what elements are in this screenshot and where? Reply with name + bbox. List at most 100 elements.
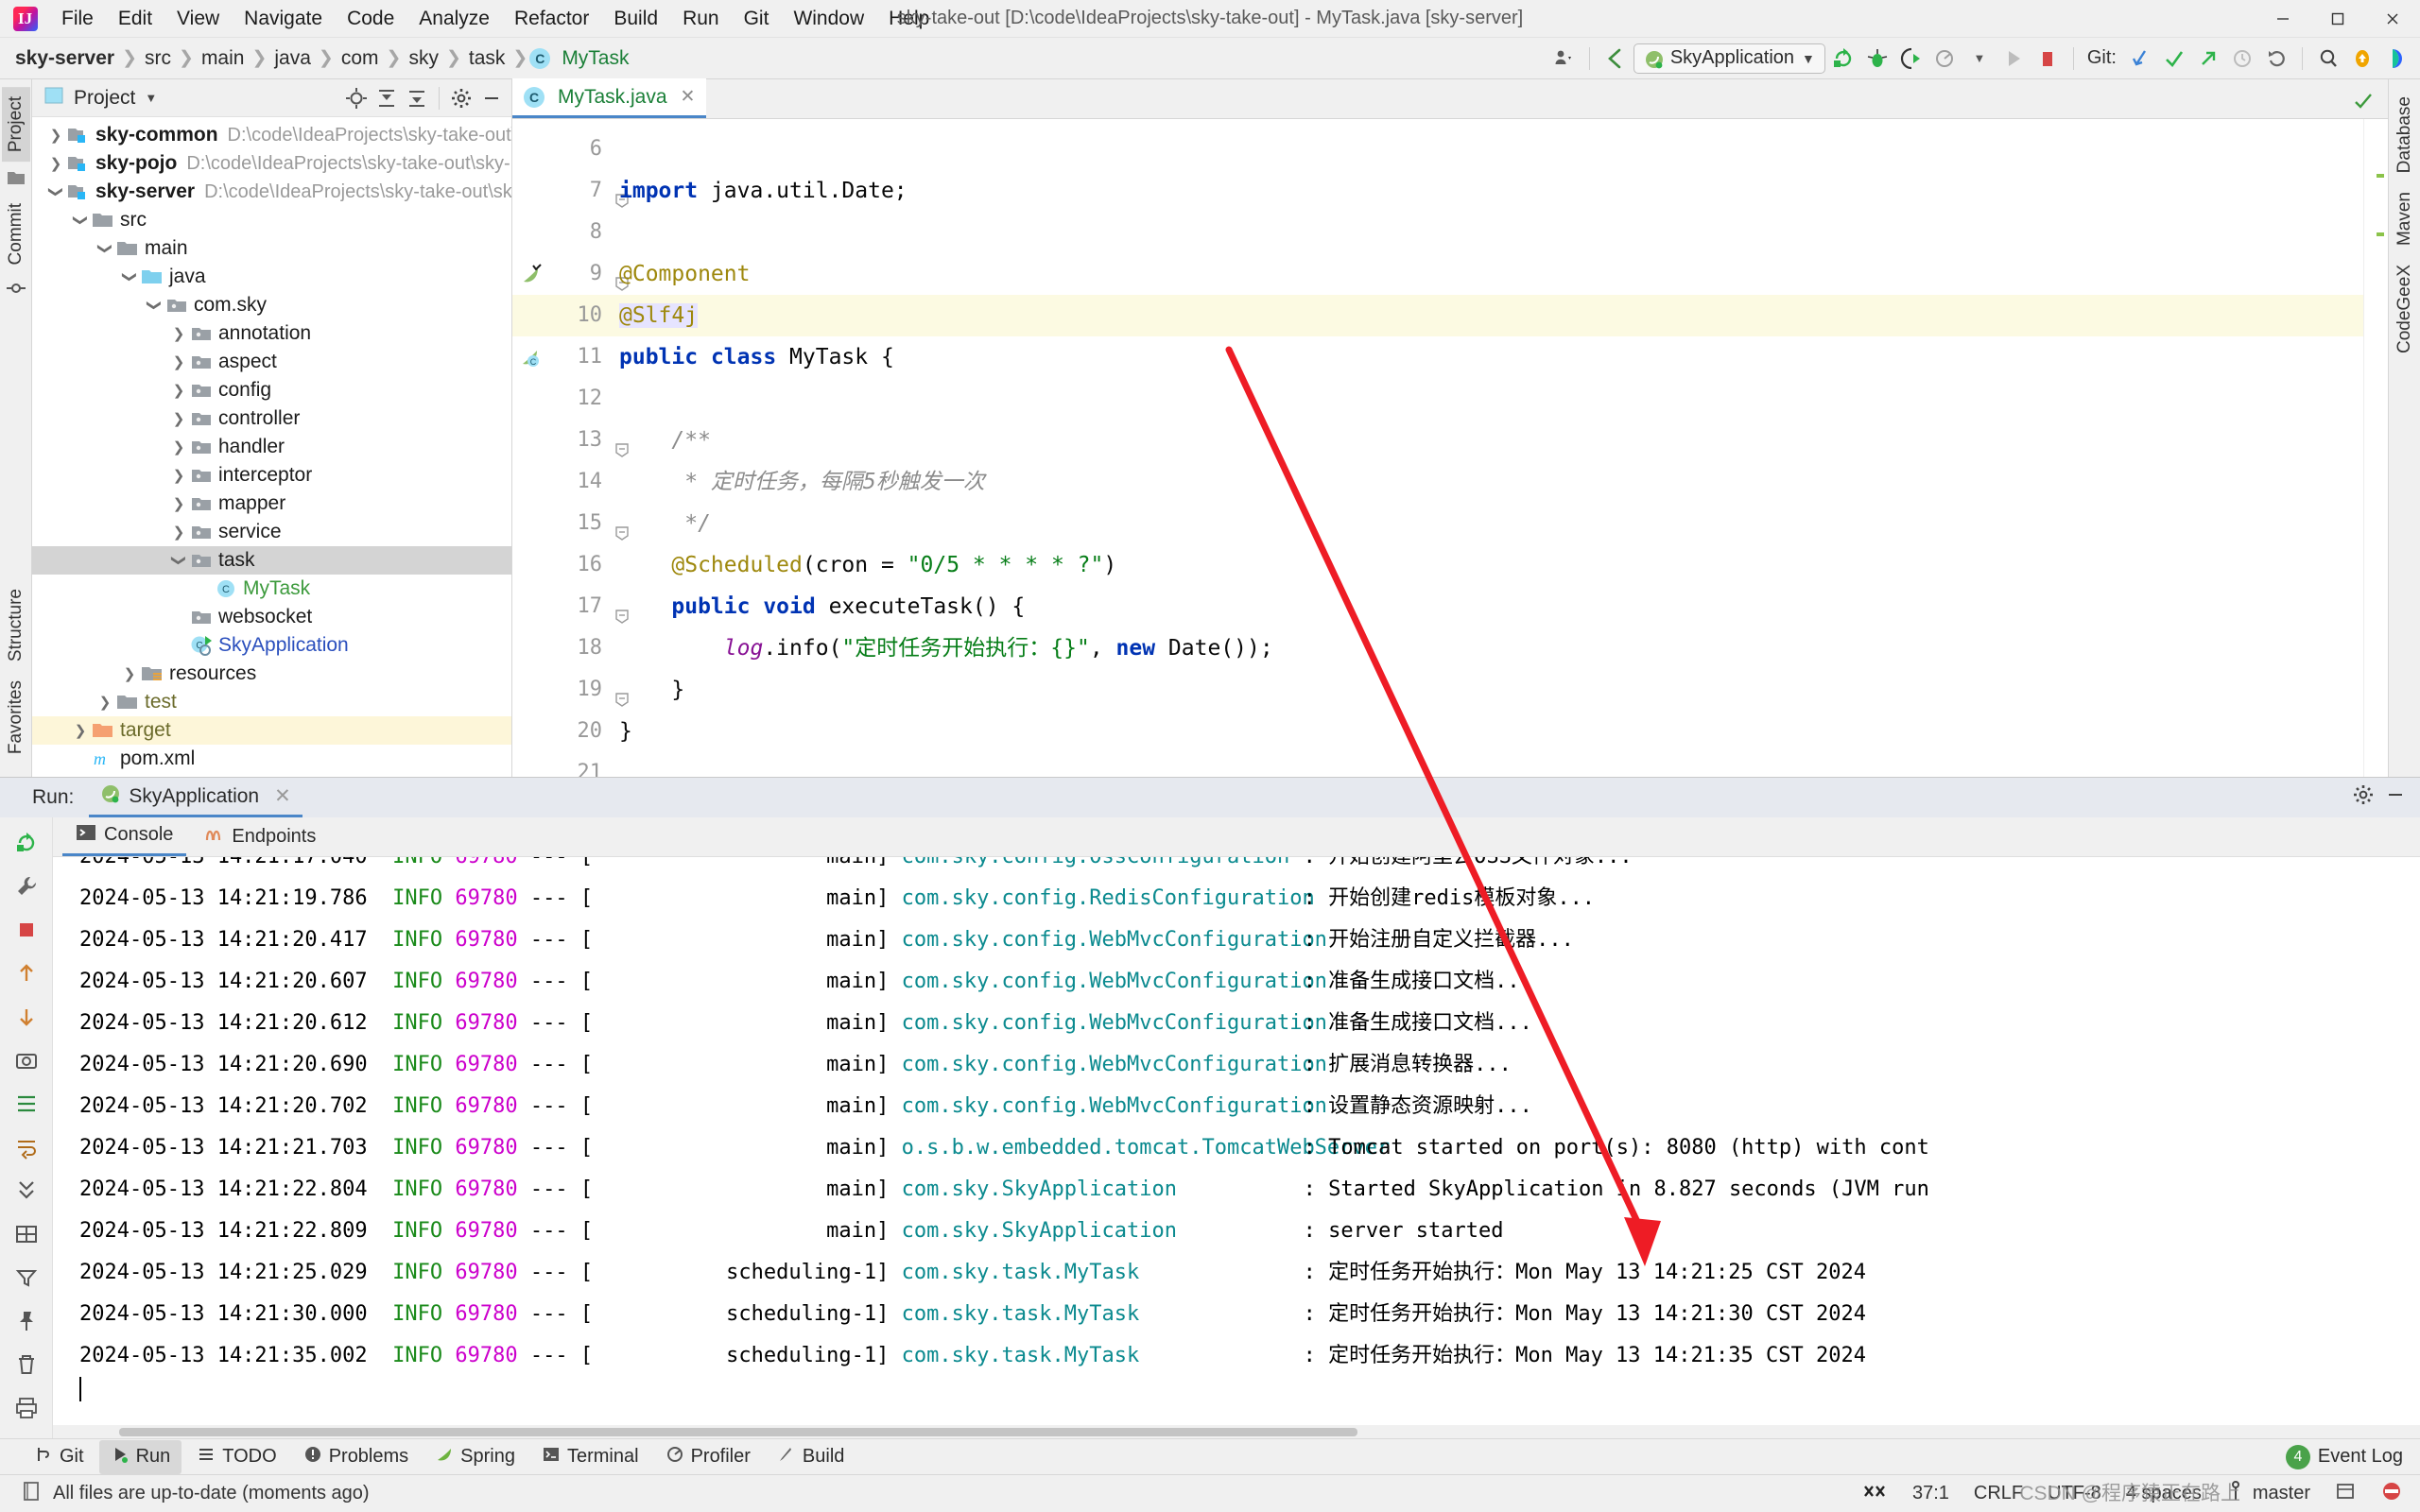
gear-icon[interactable] <box>447 84 475 112</box>
code-line-17[interactable]: public void executeTask() { <box>612 586 2363 627</box>
right-tool-rail[interactable]: Database Maven CodeGeeX <box>2388 79 2420 777</box>
maximize-icon[interactable] <box>2310 0 2365 38</box>
expand-all-icon[interactable] <box>372 84 401 112</box>
collapse-all-icon[interactable] <box>403 84 431 112</box>
gutter-line-19[interactable]: 19 <box>512 669 612 711</box>
menu-edit[interactable]: Edit <box>106 4 164 34</box>
git-push-icon[interactable] <box>2192 43 2224 75</box>
tab-console[interactable]: Console <box>62 816 186 856</box>
breadcrumb-item-5[interactable]: sky <box>403 45 444 72</box>
chevron-down-icon[interactable]: ❯ <box>144 297 164 314</box>
tree-item-config[interactable]: ❯config <box>32 376 511 404</box>
editor-code[interactable]: import java.util.Date; @Component@Slf4jp… <box>612 119 2363 777</box>
chevron-right-icon[interactable]: ❯ <box>168 524 189 541</box>
console-caret-row[interactable] <box>79 1377 2420 1418</box>
rerun-icon[interactable] <box>10 827 43 859</box>
chevron-down-icon[interactable]: ❯ <box>95 240 115 257</box>
line-separator[interactable]: CRLF <box>1974 1483 2023 1504</box>
chevron-down-icon[interactable]: ▼ <box>145 91 157 105</box>
breadcrumb-item-2[interactable]: main <box>196 45 251 72</box>
chevron-down-icon[interactable]: ❯ <box>70 212 91 229</box>
breadcrumb-item-4[interactable]: com <box>336 45 385 72</box>
menu-file[interactable]: File <box>49 4 106 34</box>
rail-tab-codegeex[interactable]: CodeGeeX <box>2391 255 2419 363</box>
tree-item-websocket[interactable]: websocket <box>32 603 511 631</box>
main-menu[interactable]: File Edit View Navigate Code Analyze Ref… <box>49 4 942 34</box>
window-controls[interactable] <box>2256 0 2420 38</box>
editor-gutter[interactable]: 678910C1112131415161718192021 <box>512 119 612 777</box>
toolwindow-profiler[interactable]: Profiler <box>654 1440 762 1474</box>
run-configuration-selector[interactable]: SkyApplication ▼ <box>1634 43 1825 74</box>
left-tool-rail[interactable]: Project Commit Structure Favorites <box>0 79 32 777</box>
menu-build[interactable]: Build <box>601 4 670 34</box>
scroll-to-end-icon[interactable] <box>10 1175 43 1207</box>
rail-tab-structure[interactable]: Structure <box>2 579 30 671</box>
down-arrow-icon[interactable] <box>10 1001 43 1033</box>
chevron-right-icon[interactable]: ❯ <box>168 467 189 484</box>
tree-item-controller[interactable]: ❯controller <box>32 404 511 433</box>
tree-item-task[interactable]: ❯task <box>32 546 511 575</box>
breadcrumb-item-file[interactable]: MyTask <box>556 45 634 72</box>
gutter-line-12[interactable]: 12 <box>512 378 612 420</box>
gutter-line-7[interactable]: 7 <box>512 170 612 212</box>
tree-item-resources[interactable]: ❯resources <box>32 660 511 688</box>
run-panel-actions[interactable] <box>2352 783 2420 812</box>
gutter-line-20[interactable]: 20 <box>512 711 612 752</box>
rail-tab-database[interactable]: Database <box>2391 87 2419 182</box>
tree-item-mapper[interactable]: ❯mapper <box>32 490 511 518</box>
breadcrumb-item-3[interactable]: java <box>268 45 317 72</box>
breadcrumb[interactable]: sky-server ❯ src ❯ main ❯ java ❯ com ❯ s… <box>9 45 635 72</box>
code-line-15[interactable]: */ <box>612 503 2363 544</box>
editor-tab-mytask[interactable]: C MyTask.java ✕ <box>512 78 706 118</box>
thread-dump-icon[interactable] <box>10 1088 43 1120</box>
rail-tab-favorites[interactable]: Favorites <box>2 671 30 764</box>
editor-scroll-markers[interactable] <box>2363 119 2388 777</box>
menu-navigate[interactable]: Navigate <box>232 4 335 34</box>
toolwindow-todo[interactable]: TODO <box>185 1440 287 1474</box>
console-output[interactable]: 2024-05-13 14:21:17.040 INFO 69780 --- [… <box>53 857 2420 1425</box>
chevron-right-icon[interactable]: ❯ <box>168 438 189 455</box>
breadcrumb-item-6[interactable]: task <box>463 45 511 72</box>
menu-git[interactable]: Git <box>732 4 782 34</box>
chevron-right-icon[interactable]: ❯ <box>168 382 189 399</box>
close-icon[interactable] <box>2365 0 2420 38</box>
git-history-icon[interactable] <box>2226 43 2258 75</box>
toolwindow-spring[interactable]: Spring <box>424 1440 527 1474</box>
code-line-6[interactable] <box>612 129 2363 170</box>
tree-item-interceptor[interactable]: ❯interceptor <box>32 461 511 490</box>
project-panel-actions[interactable] <box>342 84 506 112</box>
tree-item-test[interactable]: ❯test <box>32 688 511 716</box>
menu-run[interactable]: Run <box>670 4 732 34</box>
debug-icon[interactable] <box>1861 43 1893 75</box>
chevron-down-icon[interactable]: ❯ <box>45 183 66 200</box>
tree-item-annotation[interactable]: ❯annotation <box>32 319 511 348</box>
console-filter-icon[interactable] <box>10 1262 43 1294</box>
hide-panel-icon[interactable] <box>2384 783 2407 812</box>
caret-position[interactable]: 37:1 <box>1912 1483 1949 1504</box>
tree-item-main[interactable]: ❯main <box>32 234 511 263</box>
gutter-line-9[interactable]: 9 <box>512 253 612 295</box>
notification-icon[interactable] <box>2380 1480 2403 1508</box>
chevron-right-icon[interactable]: ❯ <box>70 722 91 739</box>
gutter-line-15[interactable]: 15 <box>512 503 612 544</box>
code-line-9[interactable]: @Component <box>612 253 2363 295</box>
chevron-down-icon[interactable]: ❯ <box>168 552 189 569</box>
rail-tab-commit[interactable]: Commit <box>2 194 30 274</box>
no-wrap-icon[interactable] <box>1863 1481 1888 1507</box>
hide-panel-icon[interactable] <box>477 84 506 112</box>
update-available-icon[interactable] <box>2346 43 2378 75</box>
tree-item-aspect[interactable]: ❯aspect <box>32 348 511 376</box>
breadcrumb-item-1[interactable]: src <box>139 45 177 72</box>
console-tabs[interactable]: Console Endpoints <box>53 817 2420 857</box>
gutter-line-14[interactable]: 14 <box>512 461 612 503</box>
chevron-down-icon[interactable]: ❯ <box>119 268 140 285</box>
gutter-line-10[interactable]: 10 <box>512 295 612 336</box>
run-icon[interactable] <box>1997 43 2030 75</box>
dropdown-icon[interactable]: ▼ <box>1963 43 1996 75</box>
chevron-right-icon[interactable]: ❯ <box>168 495 189 512</box>
tree-item-handler[interactable]: ❯handler <box>32 433 511 461</box>
tree-item-com-sky[interactable]: ❯com.sky <box>32 291 511 319</box>
gutter-line-6[interactable]: 6 <box>512 129 612 170</box>
gutter-line-17[interactable]: 17 <box>512 586 612 627</box>
menu-refactor[interactable]: Refactor <box>502 4 601 34</box>
